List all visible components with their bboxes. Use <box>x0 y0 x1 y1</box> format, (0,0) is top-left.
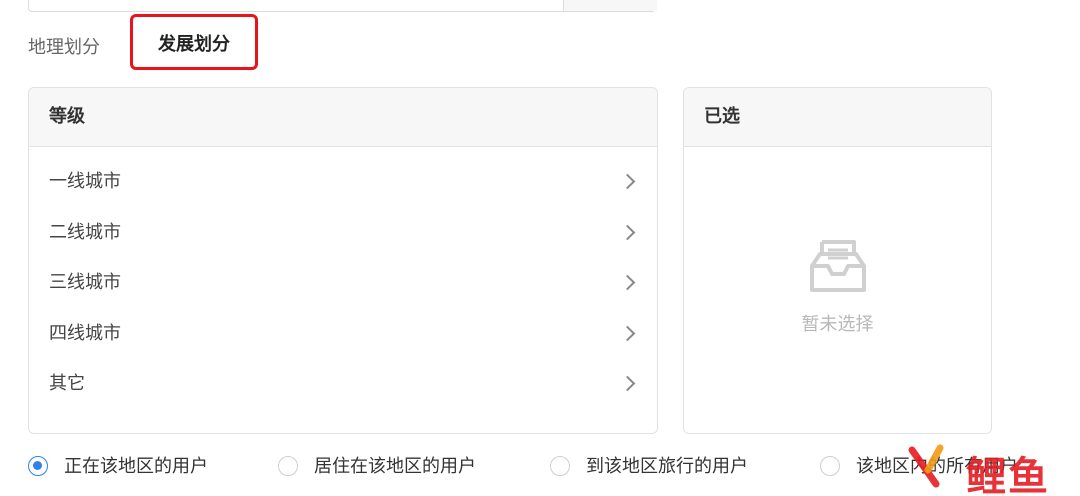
level-panel-header: 等级 <box>29 88 657 147</box>
radio-button[interactable] <box>550 456 570 476</box>
region-selector: 地理划分 发展划分 等级 一线城市 二线城市 三线城市 四线城市 其它 已选 暂… <box>0 0 1080 496</box>
tab-geographic[interactable]: 地理划分 <box>28 30 100 66</box>
level-list: 一线城市 二线城市 三线城市 四线城市 其它 <box>29 147 657 410</box>
level-item-tier2[interactable]: 二线城市 <box>29 208 657 259</box>
level-item-tier3[interactable]: 三线城市 <box>29 258 657 309</box>
tab-development[interactable]: 发展划分 <box>130 14 258 70</box>
empty-state: 暂未选择 <box>684 238 991 336</box>
level-item-label: 一线城市 <box>49 171 121 192</box>
level-panel: 等级 一线城市 二线城市 三线城市 四线城市 其它 <box>28 87 658 434</box>
chevron-right-icon <box>619 173 636 190</box>
radio-button[interactable] <box>820 456 840 476</box>
level-item-label: 其它 <box>49 373 85 394</box>
chevron-right-icon <box>619 274 636 291</box>
level-item-label: 三线城市 <box>49 272 121 293</box>
selected-panel-header: 已选 <box>684 88 991 147</box>
level-item-tier1[interactable]: 一线城市 <box>29 157 657 208</box>
chevron-right-icon <box>619 224 636 240</box>
top-input-field[interactable] <box>28 0 657 12</box>
watermark-mark-icon <box>908 444 944 488</box>
level-item-label: 四线城市 <box>49 322 121 344</box>
radio-label: 正在该地区的用户 <box>64 456 208 477</box>
top-input-button[interactable] <box>563 0 657 11</box>
level-item-tier4[interactable]: 四线城市 <box>29 309 657 360</box>
watermark-logo: 鲤鱼 <box>906 442 1056 496</box>
radio-label: 居住在该地区的用户 <box>314 456 476 477</box>
level-item-other[interactable]: 其它 <box>29 359 657 410</box>
radio-button[interactable] <box>278 456 298 476</box>
empty-text: 暂未选择 <box>801 314 874 335</box>
radio-label: 到该地区旅行的用户 <box>586 456 748 477</box>
selected-panel: 已选 暂未选择 <box>683 87 992 434</box>
chevron-right-icon <box>619 325 636 341</box>
chevron-right-icon <box>619 375 636 392</box>
inbox-icon <box>809 240 866 292</box>
level-item-label: 二线城市 <box>49 221 121 243</box>
watermark-text: 鲤鱼 <box>966 454 1050 496</box>
radio-button[interactable] <box>28 456 48 476</box>
